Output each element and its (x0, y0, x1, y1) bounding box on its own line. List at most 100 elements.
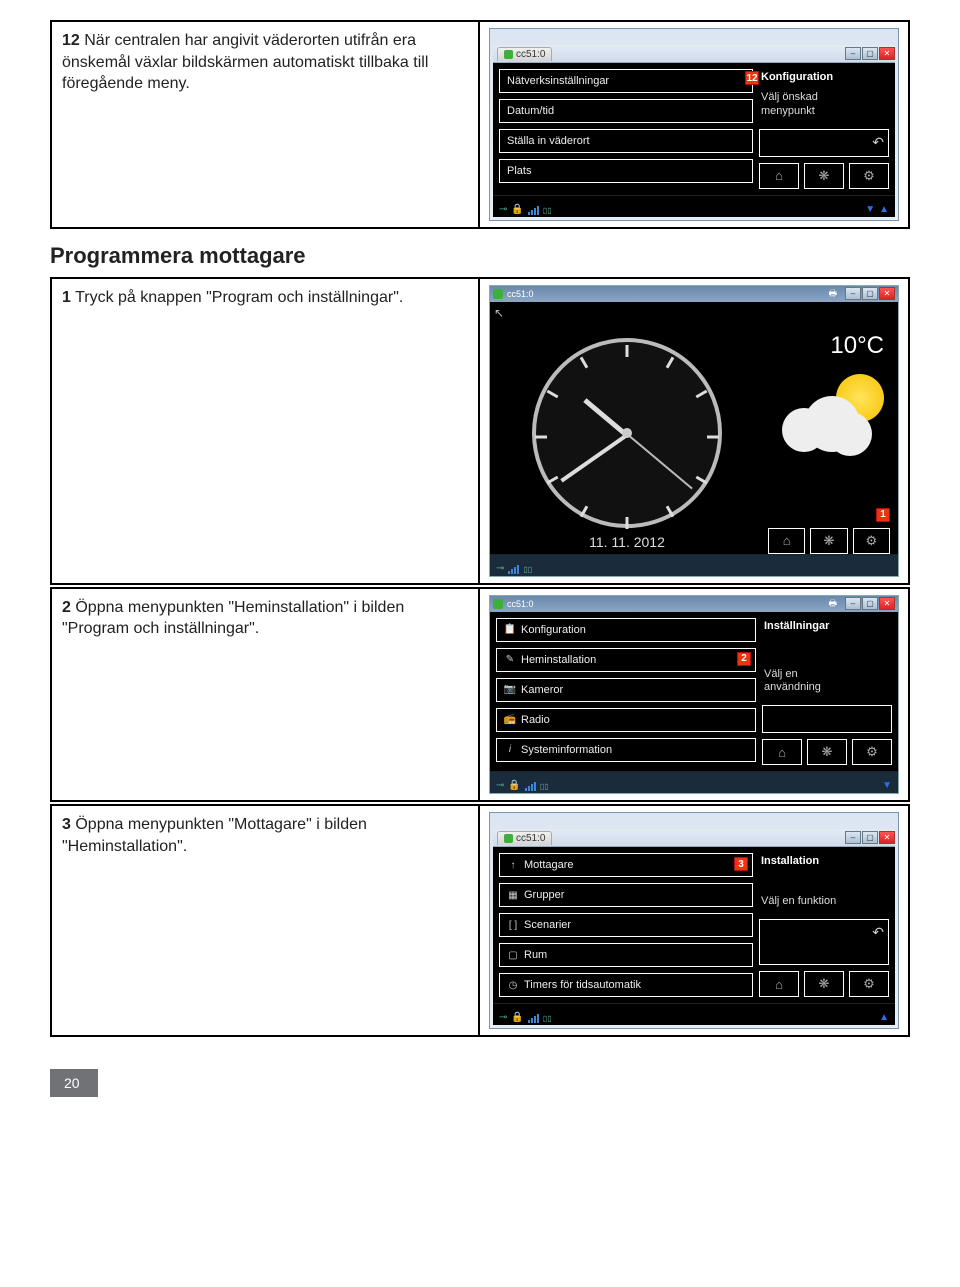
menu-rooms[interactable]: ▢ Rum (499, 943, 753, 967)
analog-clock (532, 338, 722, 528)
side-panel-title: Installation (759, 853, 889, 869)
callout-marker-1: 1 (876, 508, 890, 522)
receiver-icon: ↑ (507, 859, 519, 871)
menu-timers[interactable]: ◷ Timers för tidsautomatik (499, 973, 753, 997)
menu-system-info[interactable]: i Systeminformation (496, 738, 756, 762)
fan-icon: ❋ (824, 533, 835, 549)
window-max[interactable]: ▢ (862, 597, 878, 610)
key-icon: ⊸ (499, 204, 507, 215)
gear-icon: ⚙ (863, 976, 875, 992)
menu-label: Plats (507, 165, 531, 177)
fan-icon: ❋ (822, 744, 833, 760)
window-min[interactable]: – (845, 47, 861, 60)
back-icon[interactable]: ↶ (872, 134, 884, 151)
step-number: 3 (62, 816, 71, 833)
gear-icon: ⚙ (863, 168, 875, 184)
date-label: 11. 11. 2012 (589, 534, 665, 550)
gear-icon: ⚙ (865, 533, 877, 549)
window-close[interactable]: ✕ (879, 597, 895, 610)
window-titlebar: cc51:0 🖶 – ▢ ✕ (490, 286, 898, 302)
screen-content: ↑ Mottagare 3 ▦ Grupper [ ] Scenarier ▢ (493, 847, 895, 1003)
menu-date-time[interactable]: Datum/tid (499, 99, 753, 123)
step-3-row: 3 Öppna menypunkten "Mottagare" i bilden… (50, 804, 910, 1037)
tab-label: cc51:0 (516, 833, 545, 844)
ext-icon: ▯▯ (543, 1014, 552, 1023)
settings-button[interactable]: ⚙ (852, 739, 892, 765)
settings-button[interactable]: ⚙ (853, 528, 890, 554)
status-bar: ⊸ 🔒 ▯▯ ▼ (490, 771, 898, 793)
window-controls[interactable]: – ▢ ✕ (845, 597, 895, 610)
back-icon[interactable]: ↶ (872, 924, 884, 941)
home-button[interactable]: ⌂ (759, 163, 799, 189)
app-icon (504, 50, 513, 59)
lock-icon: 🔒 (508, 780, 520, 791)
fan-button[interactable]: ❋ (804, 971, 844, 997)
window-controls[interactable]: – ▢ ✕ (845, 287, 895, 300)
fan-button[interactable]: ❋ (804, 163, 844, 189)
info-icon: i (504, 744, 516, 756)
home-screen: 11. 11. 2012 10°C 1 ⌂ ❋ ⚙ (490, 324, 898, 554)
step-body: Tryck på knappen "Program och inställnin… (71, 289, 403, 306)
menu-place[interactable]: Plats (499, 159, 753, 183)
fan-button[interactable]: ❋ (807, 739, 847, 765)
status-bar: ⊸ 🔒 ▯▯ ▲ (493, 1003, 895, 1025)
side-blank-panel (762, 705, 892, 733)
lock-icon: 🔒 (511, 204, 523, 215)
window-close[interactable]: ✕ (879, 47, 895, 60)
scroll-down-icon[interactable]: ▼ (865, 204, 875, 215)
menu-weather-location[interactable]: Ställa in väderort (499, 129, 753, 153)
key-icon: ⊸ (496, 563, 504, 574)
window-titlebar: cc51:0 – ▢ ✕ (493, 829, 895, 847)
clipboard-icon: 📋 (504, 624, 516, 636)
side-blank-panel: ↶ (759, 129, 889, 157)
callout-marker-12: 12 (745, 71, 759, 85)
step-3-text: 3 Öppna menypunkten "Mottagare" i bilden… (52, 806, 480, 1035)
step-body: När centralen har angivit väderorten uti… (62, 32, 428, 92)
menu-home-installation[interactable]: ✎ Heminstallation 2 (496, 648, 756, 672)
settings-button[interactable]: ⚙ (849, 971, 889, 997)
menu-label: Systeminformation (521, 744, 612, 756)
window-close[interactable]: ✕ (879, 831, 895, 844)
device-frame: cc51:0 🖶 – ▢ ✕ ↖ (489, 285, 899, 577)
window-max[interactable]: ▢ (862, 47, 878, 60)
window-min[interactable]: – (845, 831, 861, 844)
wrench-icon: ✎ (504, 654, 516, 666)
radio-icon: 📻 (504, 714, 516, 726)
step-1-screenshot: cc51:0 🖶 – ▢ ✕ ↖ (480, 279, 908, 583)
scroll-up-icon[interactable]: ▲ (879, 1012, 889, 1023)
fan-button[interactable]: ❋ (810, 528, 847, 554)
ext-icon: ▯▯ (523, 565, 532, 574)
menu-cameras[interactable]: 📷 Kameror (496, 678, 756, 702)
scroll-up-icon[interactable]: ▲ (879, 204, 889, 215)
camera-icon: 📷 (504, 684, 516, 696)
device-frame: cc51:0 – ▢ ✕ ↑ Mottagare 3 ▦ (489, 812, 899, 1029)
window-max[interactable]: ▢ (862, 831, 878, 844)
window-min[interactable]: – (845, 287, 861, 300)
tab-label: cc51:0 (507, 289, 534, 299)
window-controls[interactable]: – ▢ ✕ (845, 831, 895, 844)
print-icon[interactable]: 🖶 (829, 596, 838, 612)
home-button[interactable]: ⌂ (768, 528, 805, 554)
menu-configuration[interactable]: 📋 Konfiguration (496, 618, 756, 642)
window-min[interactable]: – (845, 597, 861, 610)
home-button[interactable]: ⌂ (759, 971, 799, 997)
home-icon: ⌂ (775, 977, 783, 992)
window-close[interactable]: ✕ (879, 287, 895, 300)
scroll-down-icon[interactable]: ▼ (882, 780, 892, 791)
menu-scenes[interactable]: [ ] Scenarier (499, 913, 753, 937)
second-hand (626, 433, 692, 489)
window-controls[interactable]: – ▢ ✕ (845, 47, 895, 60)
settings-button[interactable]: ⚙ (849, 163, 889, 189)
print-icon[interactable]: 🖶 (829, 286, 838, 302)
menu-radio[interactable]: 📻 Radio (496, 708, 756, 732)
side-panel-sub: Välj önskadmenypunkt (759, 91, 889, 123)
home-icon: ⌂ (775, 168, 783, 183)
menu-receivers[interactable]: ↑ Mottagare 3 (499, 853, 753, 877)
pointer-icon: ↖ (494, 306, 504, 320)
home-button[interactable]: ⌂ (762, 739, 802, 765)
step-number: 1 (62, 289, 71, 306)
window-max[interactable]: ▢ (862, 287, 878, 300)
menu-groups[interactable]: ▦ Grupper (499, 883, 753, 907)
signal-icon (508, 565, 519, 574)
menu-network-settings[interactable]: Nätverksinställningar (499, 69, 753, 93)
